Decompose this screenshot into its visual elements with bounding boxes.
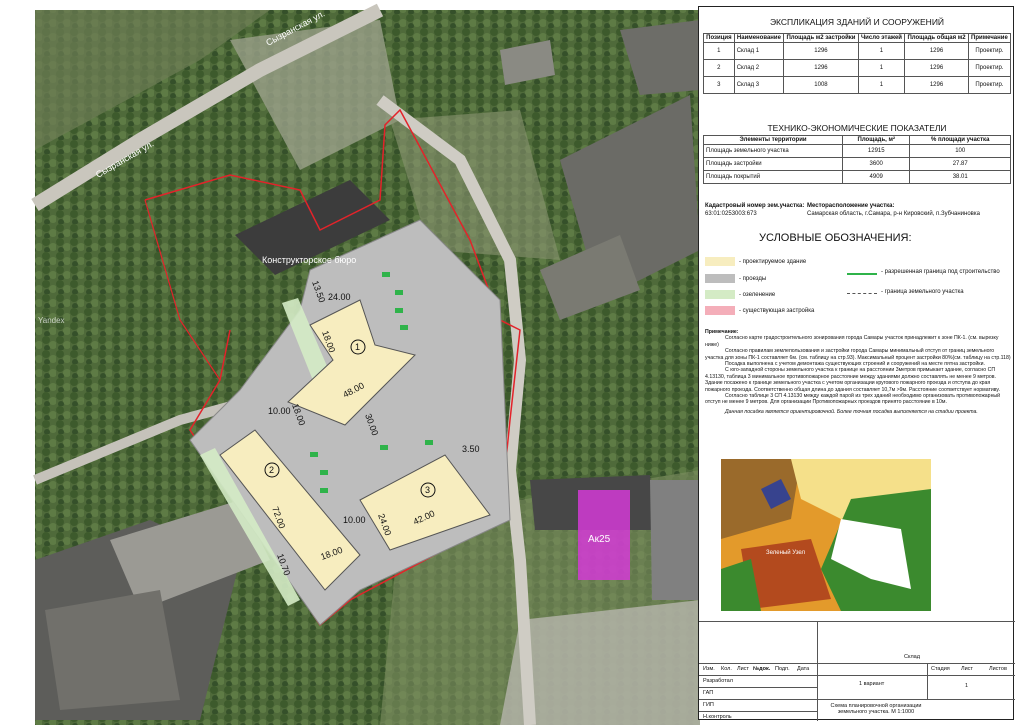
stamp-stage-header: Стадия bbox=[931, 666, 950, 672]
table-cell: 1 bbox=[857, 59, 906, 77]
table-cell: Площадь покрытий bbox=[702, 170, 844, 184]
notes-paragraph: Данная посадка является ориентировочной.… bbox=[725, 408, 978, 415]
table-cell: 1008 bbox=[783, 76, 859, 94]
table-cell: Склад 3 bbox=[733, 76, 785, 94]
explication-header: Площадь общая м2 bbox=[904, 33, 969, 43]
table-cell: 100 bbox=[909, 144, 1011, 158]
legend-title: УСЛОВНЫЕ ОБОЗНАЧЕНИЯ: bbox=[759, 232, 912, 244]
stamp-sheet-number: 1 bbox=[965, 683, 969, 689]
stamp-header: Изм. bbox=[703, 666, 715, 672]
legend-label: - проезды bbox=[739, 276, 767, 282]
notes-paragraph: Согласно таблице 3 СП 4.13130 между кажд… bbox=[705, 393, 1001, 406]
cadastre-label: Кадастровый номер зем.участка: bbox=[705, 203, 805, 209]
table-cell: Склад 1 bbox=[733, 42, 785, 60]
spacing-1000a: 10.00 bbox=[268, 406, 291, 416]
stamp-header: Подп. bbox=[775, 666, 790, 672]
notes-paragraph: С юго-западной стороны земельного участк… bbox=[705, 367, 1000, 393]
legend-label: - граница земельного участка bbox=[881, 289, 964, 295]
spacing-350: 3.50 bbox=[462, 444, 480, 454]
stamp-object: Склад bbox=[904, 654, 920, 660]
stamp-variant: 1 вариант bbox=[859, 681, 885, 687]
table-cell: 27.87 bbox=[909, 157, 1011, 171]
table-cell: 38.01 bbox=[909, 170, 1011, 184]
table-cell: Площадь застройки bbox=[702, 157, 844, 171]
cadastre-number: 63:01:0253003:673 bbox=[705, 211, 757, 217]
legend-label: - существующая застройка bbox=[739, 308, 815, 314]
title-block: Изм. Кол. Лист №док. Подп. Дата Разработ… bbox=[699, 621, 1015, 721]
stamp-header: №док. bbox=[753, 666, 771, 672]
notes-block: Примечание: Согласно карте градостроител… bbox=[705, 329, 1011, 415]
zoning-map-excerpt: Зеленый Узел bbox=[721, 459, 931, 611]
table-cell: 1 bbox=[703, 42, 735, 60]
legend-label: - разрешенная граница под строительство bbox=[881, 269, 1000, 275]
legend-swatch-building bbox=[705, 257, 735, 266]
table-cell: 1296 bbox=[904, 76, 969, 94]
table-cell: Проектир. bbox=[967, 42, 1012, 60]
stamp-stage-header: Лист bbox=[961, 666, 973, 672]
table-cell: 12915 bbox=[842, 144, 911, 158]
explication-title: ЭКСПЛИКАЦИЯ ЗДАНИЙ И СООРУЖЕНИЙ bbox=[769, 17, 945, 27]
stamp-stage-header: Листов bbox=[989, 666, 1007, 672]
drawing-sheet-panel: ЭКСПЛИКАЦИЯ ЗДАНИЙ И СООРУЖЕНИЙ Позиция … bbox=[698, 6, 1015, 721]
stamp-header: Дата bbox=[797, 666, 810, 672]
legend-swatch-green bbox=[705, 290, 735, 299]
table-cell: 1296 bbox=[904, 59, 969, 77]
explication-header: Примечание bbox=[967, 33, 1012, 43]
legend-line-boundary bbox=[847, 293, 877, 294]
table-cell: 1296 bbox=[904, 42, 969, 60]
legend-label: - проектируемое здание bbox=[739, 259, 807, 265]
table-cell: 3 bbox=[703, 76, 735, 94]
tep-table: Элементы территории Площадь, м² % площад… bbox=[702, 135, 1011, 184]
table-cell: 1 bbox=[857, 76, 906, 94]
legend-swatch-roads bbox=[705, 274, 735, 283]
stamp-header: Лист bbox=[737, 666, 749, 672]
table-cell: Проектир. bbox=[967, 76, 1012, 94]
stamp-role: Разработал bbox=[703, 678, 733, 684]
location-value: Самарская область, г.Самара, р-н Кировск… bbox=[807, 211, 980, 217]
explication-header: Число этажей bbox=[857, 33, 906, 43]
zoning-map-label: Зеленый Узел bbox=[766, 549, 806, 556]
table-cell: Проектир. bbox=[967, 59, 1012, 77]
poi-label: Конструкторское бюро bbox=[262, 255, 356, 265]
tep-header: % площади участка bbox=[909, 135, 1011, 145]
table-cell: 1 bbox=[857, 42, 906, 60]
table-cell: 3600 bbox=[842, 157, 911, 171]
location-label: Месторасположение участка: bbox=[807, 203, 895, 209]
table-cell: Площадь земельного участка bbox=[702, 144, 844, 158]
legend-swatch-existing bbox=[705, 306, 735, 315]
table-cell: 2 bbox=[703, 59, 735, 77]
stamp-role: ГАП bbox=[703, 690, 714, 696]
legend-label: - озеленение bbox=[739, 292, 776, 298]
building-2-num: 2 bbox=[269, 465, 274, 475]
table-cell: 1296 bbox=[783, 42, 859, 60]
dim-b1-24: 24.00 bbox=[328, 292, 351, 302]
notes-paragraph: Согласно карте градостроительного зониро… bbox=[705, 335, 999, 348]
stamp-role: Н.контроль bbox=[703, 714, 732, 720]
yandex-watermark: Yandex bbox=[38, 316, 65, 325]
tep-header: Элементы территории bbox=[702, 135, 844, 145]
building-1-num: 1 bbox=[355, 342, 360, 352]
tep-title: ТЕХНИКО-ЭКОНОМИЧЕСКИЕ ПОКАЗАТЕЛИ bbox=[767, 123, 947, 133]
table-cell: Склад 2 bbox=[733, 59, 785, 77]
building-3-num: 3 bbox=[425, 485, 430, 495]
stamp-sheet-title: Схема планировочной организации земельно… bbox=[830, 703, 922, 715]
table-cell: 1296 bbox=[783, 59, 859, 77]
table-cell: 4909 bbox=[842, 170, 911, 184]
tep-header: Площадь, м² bbox=[842, 135, 911, 145]
explication-table: Позиция Наименование Площадь м2 застройк… bbox=[703, 33, 1012, 94]
explication-header: Наименование bbox=[733, 33, 785, 43]
explication-header: Позиция bbox=[703, 33, 735, 43]
legend-line-green bbox=[847, 273, 877, 275]
notes-paragraph: Согласно правилам землепользования и зас… bbox=[705, 348, 1011, 361]
stamp-role: ГИП bbox=[703, 702, 714, 708]
stamp-header: Кол. bbox=[721, 666, 732, 672]
explication-header: Площадь м2 застройки bbox=[783, 33, 859, 43]
zone-label: Ак25 bbox=[588, 534, 611, 545]
spacing-1000b: 10.00 bbox=[343, 515, 366, 525]
